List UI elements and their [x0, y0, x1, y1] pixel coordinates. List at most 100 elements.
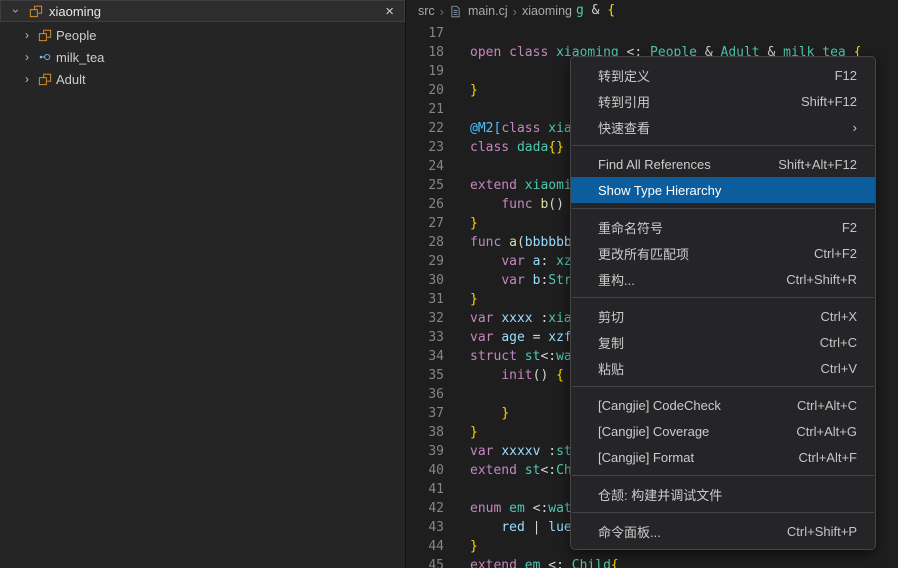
line-number: 22: [406, 119, 444, 138]
code-token: xia: [548, 121, 571, 136]
menu-item-label: [Cangjie] CodeCheck: [598, 398, 721, 413]
code-text: }: [444, 537, 478, 556]
chevron-right-icon[interactable]: ›: [20, 28, 34, 42]
code-token: [470, 254, 501, 269]
menu-item-label: Show Type Hierarchy: [598, 183, 721, 198]
code-token: [548, 45, 556, 60]
code-line[interactable]: 45extend em <: Child{: [406, 556, 898, 568]
code-text: extend st<:Ch: [444, 461, 572, 480]
code-token: &: [584, 3, 607, 18]
tree-item-adult[interactable]: ›Adult: [0, 68, 405, 90]
menu-item-refactor[interactable]: 重构...Ctrl+Shift+R: [571, 266, 875, 292]
code-text: var a: xz: [444, 252, 572, 271]
code-token: st: [525, 349, 541, 364]
menu-item-copy[interactable]: 复制Ctrl+C: [571, 329, 875, 355]
chevron-right-icon[interactable]: ›: [20, 50, 34, 64]
menu-item-rename-symbol[interactable]: 重命名符号F2: [571, 214, 875, 240]
class-icon: [28, 3, 44, 19]
line-number: 39: [406, 442, 444, 461]
line-number: 32: [406, 309, 444, 328]
chevron-right-icon: ›: [853, 120, 857, 135]
menu-item-paste[interactable]: 粘贴Ctrl+V: [571, 355, 875, 381]
close-icon[interactable]: ×: [385, 4, 394, 19]
menu-item-peek[interactable]: 快速查看›: [571, 114, 875, 140]
menu-item-shortcut: Shift+F12: [801, 94, 857, 109]
code-text: [444, 385, 470, 404]
code-token: [517, 349, 525, 364]
code-text: [444, 157, 470, 176]
menu-item-label: 转到引用: [598, 92, 650, 111]
menu-item-find-all-references[interactable]: Find All ReferencesShift+Alt+F12: [571, 151, 875, 177]
code-token: }: [470, 83, 478, 98]
code-token: <:: [540, 463, 556, 478]
type-hierarchy-panel: › xiaoming × › People ›milk_tea›Adult: [0, 0, 406, 568]
code-token: :: [540, 254, 556, 269]
code-token: var: [501, 254, 524, 269]
line-number: 21: [406, 100, 444, 119]
code-token: extend: [470, 178, 517, 193]
breadcrumb-item-file[interactable]: main.cj: [468, 4, 508, 18]
code-token: [517, 558, 525, 568]
menu-item-goto-references[interactable]: 转到引用 Shift+F12: [571, 88, 875, 114]
line-number: 24: [406, 157, 444, 176]
code-token: [509, 140, 517, 155]
code-token: {: [556, 368, 564, 383]
menu-item-shortcut: Ctrl+Alt+C: [797, 398, 857, 413]
line-number: 19: [406, 62, 444, 81]
menu-item-command-palette[interactable]: 命令面板...Ctrl+Shift+P: [571, 518, 875, 544]
code-token: [501, 235, 509, 250]
vscode-window: › xiaoming × ›People›milk_tea›Adult src …: [0, 0, 898, 568]
chevron-right-icon[interactable]: ›: [20, 72, 34, 86]
class-icon: [37, 71, 53, 87]
code-token: [470, 197, 501, 212]
menu-item-cangjie-codecheck[interactable]: [Cangjie] CodeCheck Ctrl+Alt+C: [571, 392, 875, 418]
menu-item-shortcut: F2: [842, 220, 857, 235]
breadcrumb-item-src[interactable]: src: [418, 4, 435, 18]
menu-separator: [572, 512, 874, 513]
code-line[interactable]: 17: [406, 24, 898, 43]
code-token: xzf: [548, 330, 571, 345]
tree-item-label: People: [56, 28, 96, 43]
menu-item-label: 剪切: [598, 307, 624, 326]
code-token: :: [540, 444, 556, 459]
chevron-down-icon[interactable]: ›: [9, 4, 23, 18]
menu-item-change-all-occurrences[interactable]: 更改所有匹配项Ctrl+F2: [571, 240, 875, 266]
line-number: 26: [406, 195, 444, 214]
code-token: |: [525, 520, 548, 535]
menu-item-cangjie-format[interactable]: [Cangjie] FormatCtrl+Alt+F: [571, 444, 875, 470]
code-token: :: [533, 311, 549, 326]
line-number: 17: [406, 24, 444, 43]
menu-item-cangjie-build-and-debug[interactable]: 仓颉: 构建并调试文件: [571, 481, 875, 507]
menu-item-label: [Cangjie] Format: [598, 450, 694, 465]
tree-item-milk_tea[interactable]: ›milk_tea: [0, 46, 405, 68]
code-text: }: [444, 81, 478, 100]
menu-item-goto-definition[interactable]: 转到定义F12: [571, 62, 875, 88]
tree-item-people[interactable]: › People: [0, 24, 405, 46]
menu-item-label: 命令面板...: [598, 522, 661, 541]
code-text: [444, 100, 470, 119]
menu-item-show-type-hierarchy[interactable]: Show Type Hierarchy: [571, 177, 875, 203]
code-text: @M2[class xia: [444, 119, 572, 138]
menu-item-label: Find All References: [598, 157, 711, 172]
code-token: struct: [470, 349, 517, 364]
code-token: red: [501, 520, 524, 535]
line-number: 40: [406, 461, 444, 480]
code-token: st: [525, 463, 541, 478]
code-token: dada: [517, 140, 548, 155]
code-token: enum: [470, 501, 501, 516]
code-token: }: [470, 292, 478, 307]
menu-item-shortcut: F12: [835, 68, 857, 83]
menu-item-cut[interactable]: 剪切Ctrl+X: [571, 303, 875, 329]
code-token: [525, 273, 533, 288]
breadcrumb-item-symbol[interactable]: xiaoming: [522, 4, 572, 18]
code-token: @M2[: [470, 121, 501, 136]
menu-item-shortcut: Ctrl+F2: [814, 246, 857, 261]
code-token: (): [533, 368, 556, 383]
code-text: struct st<:wa: [444, 347, 572, 366]
code-text: var age = xzf: [444, 328, 572, 347]
line-number: 25: [406, 176, 444, 195]
menu-item-cangjie-coverage[interactable]: [Cangjie] CoverageCtrl+Alt+G: [571, 418, 875, 444]
menu-separator: [572, 475, 874, 476]
type-hierarchy-header: › xiaoming ×: [0, 0, 405, 22]
code-token: {: [611, 558, 619, 568]
